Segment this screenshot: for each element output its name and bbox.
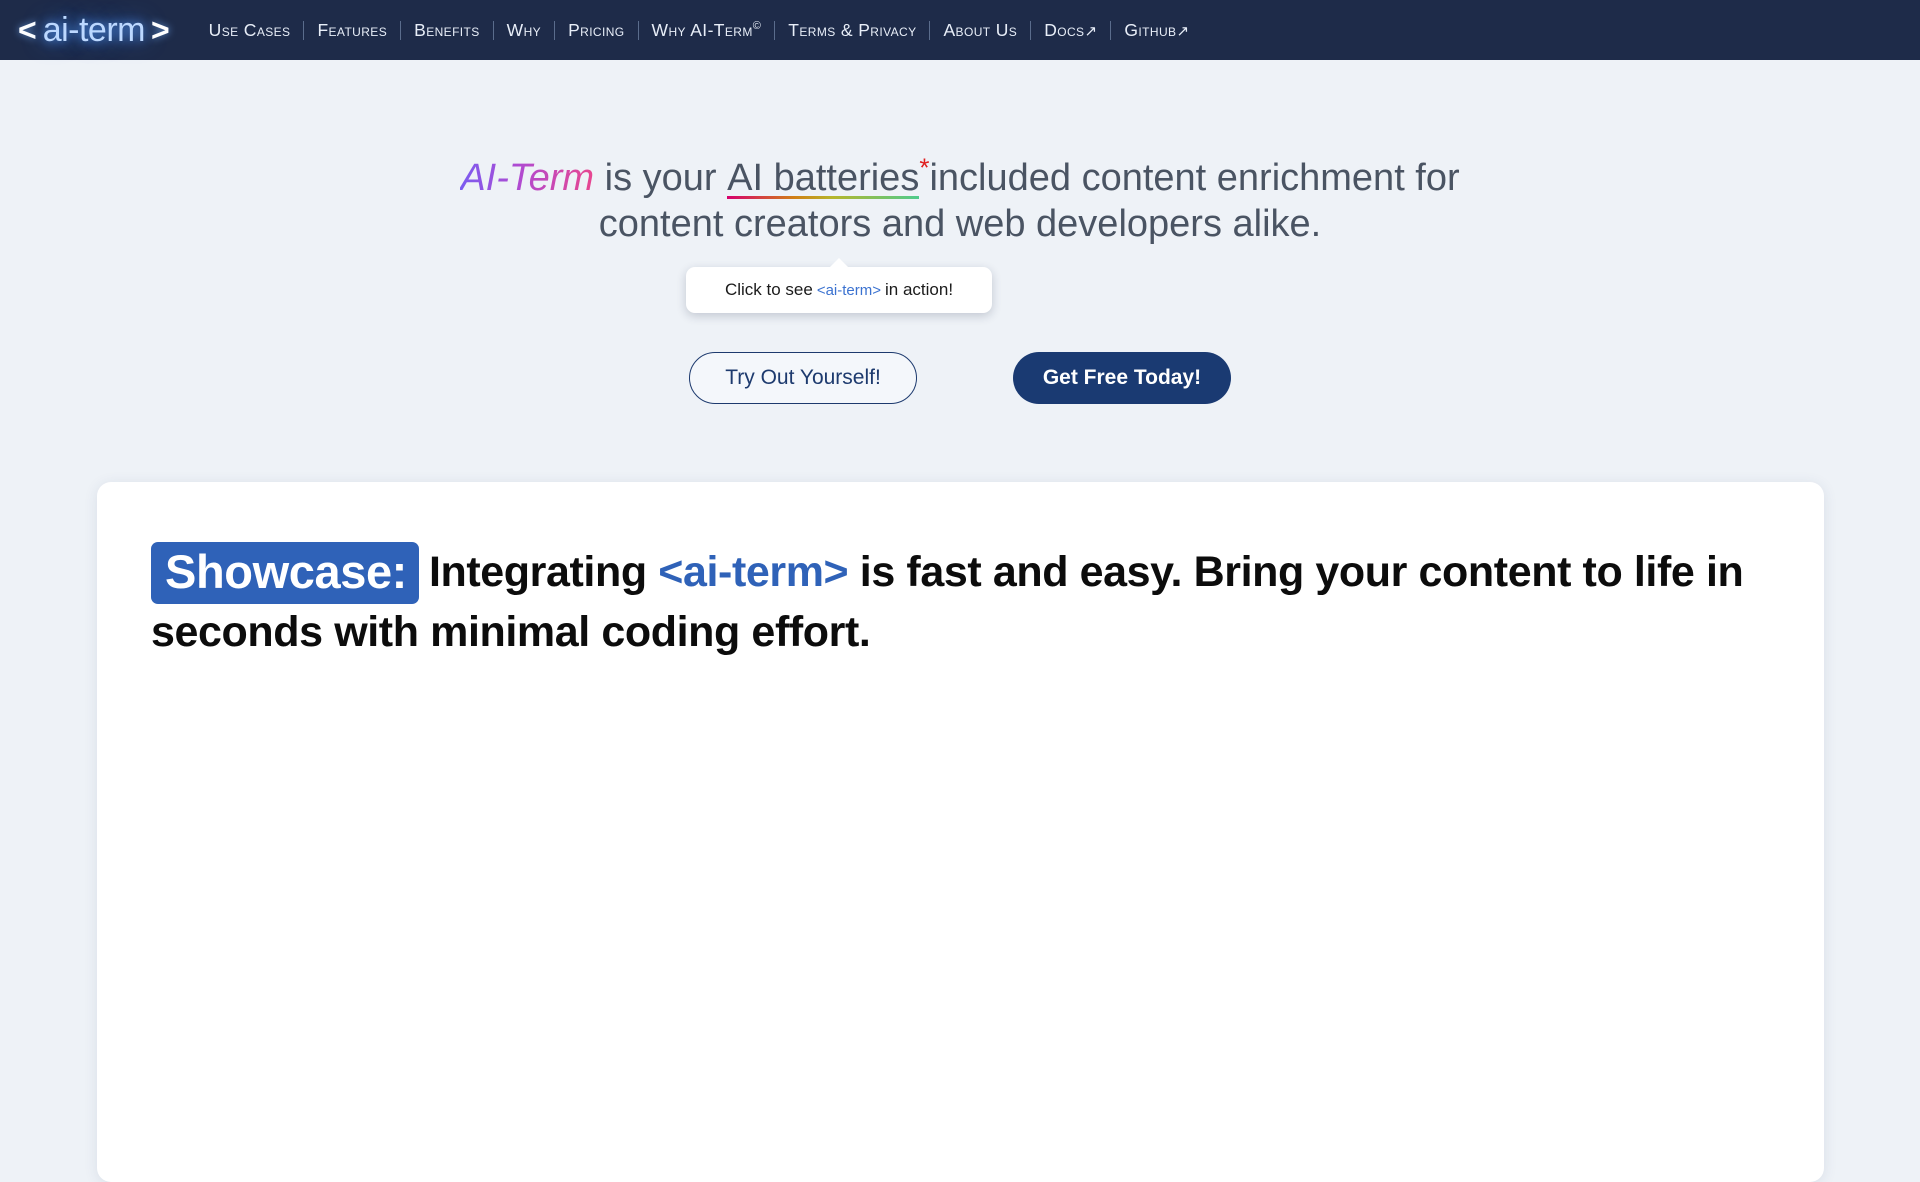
- hero-text-a: is your: [594, 157, 728, 199]
- nav-link-terms-privacy[interactable]: Terms & Privacy: [775, 20, 929, 41]
- action-tooltip[interactable]: Click to see <ai-term> in action!: [686, 258, 992, 313]
- hero-text-b: included content enrichment for: [929, 157, 1460, 199]
- nav-link-features[interactable]: Features: [304, 20, 400, 41]
- try-out-yourself-button[interactable]: Try Out Yourself!: [689, 352, 917, 404]
- showcase-badge: Showcase:: [151, 542, 419, 604]
- copyright-icon: ©: [752, 19, 762, 32]
- hero-headline: AI-Term is your AI batteries*included co…: [0, 152, 1920, 247]
- nav-link-about-us[interactable]: About Us: [930, 20, 1030, 41]
- get-free-today-button[interactable]: Get Free Today!: [1013, 352, 1231, 404]
- nav-link-github[interactable]: Github↗: [1111, 20, 1202, 41]
- showcase-title-a: Integrating: [428, 548, 659, 596]
- showcase-card: Showcase: Integrating <ai-term> is fast a…: [97, 482, 1824, 1182]
- brand-name: ai-term: [42, 11, 146, 49]
- tooltip-code: <ai-term>: [816, 281, 882, 299]
- hero-button-group: Try Out Yourself! Get Free Today!: [0, 352, 1920, 404]
- hero-section: AI-Term is your AI batteries*included co…: [0, 60, 1920, 480]
- nav-links: Use Cases Features Benefits Why Pricing …: [196, 0, 1203, 60]
- tooltip-suffix: in action!: [885, 280, 954, 299]
- external-link-icon: ↗: [1176, 22, 1190, 40]
- asterisk-marker: *: [919, 152, 930, 183]
- nav-link-why-ai-term[interactable]: Why AI-Term©: [639, 20, 775, 41]
- hero-headline-line2: content creators and web developers alik…: [598, 203, 1322, 245]
- nav-link-pricing[interactable]: Pricing: [555, 20, 637, 41]
- nav-link-benefits[interactable]: Benefits: [401, 20, 493, 41]
- nav-link-docs[interactable]: Docs↗: [1031, 20, 1110, 41]
- nav-link-why[interactable]: Why: [494, 20, 554, 41]
- external-link-icon: ↗: [1084, 22, 1098, 40]
- showcase-title-code: <ai-term>: [658, 548, 849, 596]
- brand-logo[interactable]: < ai-term >: [18, 13, 170, 47]
- brand-open-bracket: <: [18, 12, 37, 48]
- brand-close-bracket: >: [150, 12, 170, 48]
- nav-link-github-label: Github: [1124, 19, 1177, 40]
- ai-batteries-link[interactable]: AI batteries: [727, 155, 920, 201]
- top-navbar: < ai-term > Use Cases Features Benefits …: [0, 0, 1920, 60]
- hero-headline-line1: AI-Term is your AI batteries*included co…: [0, 152, 1920, 201]
- hero-brand-word: AI-Term: [460, 157, 595, 199]
- nav-link-use-cases[interactable]: Use Cases: [196, 20, 304, 41]
- nav-link-why-ai-term-label: Why AI-Term: [651, 19, 753, 40]
- tooltip-prefix: Click to see: [724, 280, 813, 299]
- showcase-title: Showcase: Integrating <ai-term> is fast a…: [151, 540, 1768, 662]
- nav-link-docs-label: Docs: [1044, 19, 1085, 40]
